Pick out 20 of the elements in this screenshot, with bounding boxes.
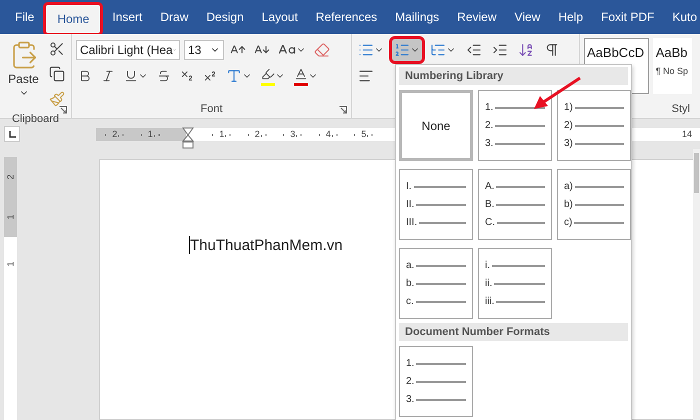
style-sample: AaBbCcD — [587, 45, 646, 60]
ruler-number: 2 — [6, 174, 16, 180]
style-sample: AaBb — [656, 45, 689, 60]
ruler-number: 1 — [6, 214, 16, 220]
ruler-number: 3 — [288, 128, 298, 138]
group-label: Styl — [672, 102, 690, 117]
group-label: Clipboard — [10, 112, 60, 127]
ruler-number: 2 — [110, 128, 120, 138]
group-label: Font — [199, 102, 224, 117]
ruler-number: 1 — [146, 128, 155, 138]
menu-section-header: Document Number Formats — [399, 323, 628, 341]
ruler-number: 2 — [252, 128, 262, 138]
ruler-number: 14 — [682, 128, 692, 140]
ruler-number: 1 — [6, 262, 16, 266]
style-name: ¶ No Sp — [656, 66, 689, 76]
ruler-number: 4 — [324, 128, 333, 138]
ruler-number: 5 — [359, 128, 368, 138]
menu-section-header: Numbering Library — [399, 67, 628, 85]
ruler-number: 1 — [217, 128, 226, 138]
document-text: ThuThuatPhanMem.vn — [190, 236, 343, 254]
